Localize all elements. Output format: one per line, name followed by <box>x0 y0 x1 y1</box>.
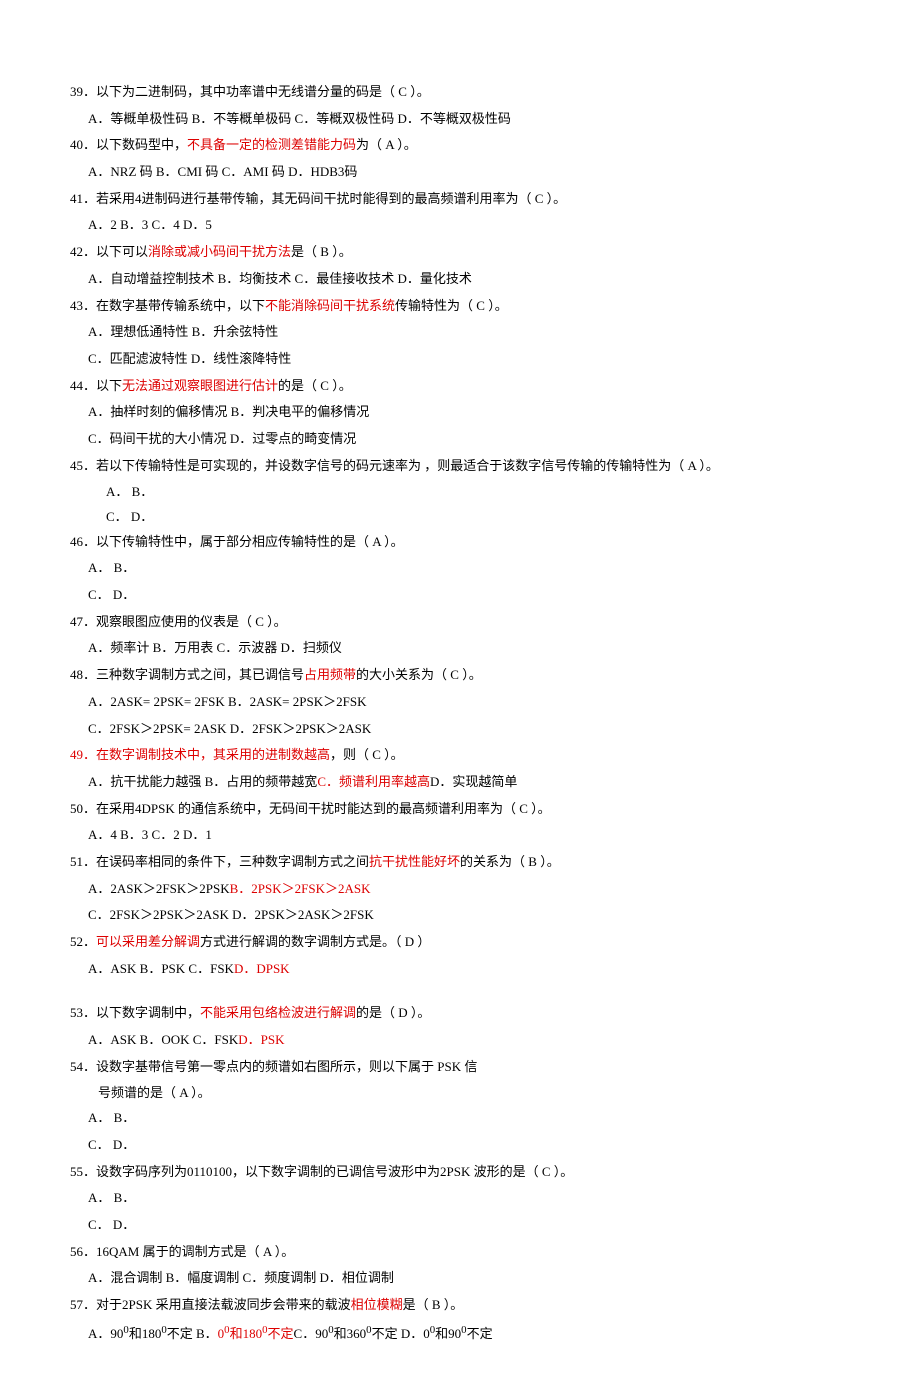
q48-text-a: 48．三种数字调制方式之间，其已调信号 <box>70 667 304 682</box>
question-47: 47．观察眼图应使用的仪表是（ C ）。 <box>70 610 860 635</box>
q53-red: 不能采用包络检波进行解调 <box>200 1005 356 1020</box>
q49-options: A．抗干扰能力越强 B．占用的频带越宽 C．频谱利用率越高 D．实现越简单 <box>70 770 860 795</box>
q43-text-a: 43．在数字基带传输系统中，以下 <box>70 298 265 313</box>
q53-options: A．ASK B．OOK C．FSK D．PSK <box>70 1028 860 1053</box>
q49-opt-ab: A．抗干扰能力越强 B．占用的频带越宽 <box>88 770 317 795</box>
question-39: 39．以下为二进制码，其中功率谱中无线谱分量的码是（ C ）。 <box>70 80 860 105</box>
q54-opt1: A． B． <box>70 1106 860 1131</box>
q51-red: 抗干扰性能好坏 <box>369 854 460 869</box>
q55-opt2: C． D． <box>70 1213 860 1238</box>
q44-text-b: 的是（ C ）。 <box>278 378 352 393</box>
question-45: 45．若以下传输特性是可实现的，并设数字信号的码元速率为 ，则最适合于该数字信号… <box>70 454 860 479</box>
q56-options: A．混合调制 B．幅度调制 C．频度调制 D．相位调制 <box>70 1266 860 1291</box>
q40-red: 不具备一定的检测差错能力码 <box>187 137 356 152</box>
q57-c1: C．90 <box>294 1322 329 1347</box>
q54-opt2: C． D． <box>70 1133 860 1158</box>
question-43: 43．在数字基带传输系统中，以下不能消除码间干扰系统传输特性为（ C ）。 <box>70 294 860 319</box>
q57-a1: A．90 <box>88 1322 123 1347</box>
q57-a3: 不定 B． <box>167 1322 218 1347</box>
question-55: 55．设数字码序列为0110100，以下数字调制的已调信号波形中为2PSK 波形… <box>70 1160 860 1185</box>
q49-opt-d: D．实现越简单 <box>430 770 517 795</box>
question-56: 56．16QAM 属于的调制方式是（ A ）。 <box>70 1240 860 1265</box>
q45-opt1: A． B． <box>70 480 860 505</box>
q53-text-b: 的是（ D ）。 <box>356 1005 430 1020</box>
q42-text-b: 是（ B ）。 <box>291 244 352 259</box>
q42-text-a: 42．以下可以 <box>70 244 148 259</box>
question-57: 57．对于2PSK 采用直接法载波同步会带来的载波相位模糊是（ B ）。 <box>70 1293 860 1318</box>
q42-red: 消除或减小码间干扰方法 <box>148 244 291 259</box>
q44-text-a: 44．以下 <box>70 378 122 393</box>
q51-opt2: C．2FSK＞2PSK＞2ASK D．2PSK＞2ASK＞2FSK <box>70 903 860 928</box>
q57-c2: 和360 <box>334 1322 367 1347</box>
q51-opt1-a: A．2ASK＞2FSK＞2PSK <box>88 877 230 902</box>
question-51: 51．在误码率相同的条件下，三种数字调制方式之间抗干扰性能好坏的关系为（ B ）… <box>70 850 860 875</box>
q45-opt2: C． D． <box>70 505 860 530</box>
question-53: 53．以下数字调制中，不能采用包络检波进行解调的是（ D ）。 <box>70 1001 860 1026</box>
question-54-line1: 54．设数字基带信号第一零点内的频谱如右图所示，则以下属于 PSK 信 <box>70 1055 860 1080</box>
q53-text-a: 53．以下数字调制中， <box>70 1005 200 1020</box>
q52-opt-d: D．DPSK <box>234 957 290 982</box>
question-42: 42．以下可以消除或减小码间干扰方法是（ B ）。 <box>70 240 860 265</box>
q40-text-a: 40．以下数码型中， <box>70 137 187 152</box>
q49-red: 49．在数字调制技术中，其采用的进制数越高 <box>70 747 330 762</box>
q39-options: A．等概单极性码 B．不等概单极码 C．等概双极性码 D．不等概双极性码 <box>70 107 860 132</box>
q52-text-b: 方式进行解调的数字调制方式是。（ D ） <box>200 934 430 949</box>
q57-text-b: 是（ B ）。 <box>403 1297 464 1312</box>
q39-text-b: ）。 <box>410 84 430 99</box>
q51-text-b: 的关系为（ B ）。 <box>460 854 560 869</box>
question-48: 48．三种数字调制方式之间，其已调信号占用频带的大小关系为（ C ）。 <box>70 663 860 688</box>
q46-opt2: C． D． <box>70 583 860 608</box>
q51-opt1-b: B．2PSK＞2FSK＞2ASK <box>230 877 371 902</box>
q57-d2: 和90 <box>435 1322 461 1347</box>
q43-opt2: C．匹配滤波特性 D．线性滚降特性 <box>70 347 860 372</box>
q43-opt1: A．理想低通特性 B．升余弦特性 <box>70 320 860 345</box>
q49-opt-c: C．频谱利用率越高 <box>317 770 430 795</box>
q43-red: 不能消除码间干扰系统 <box>265 298 395 313</box>
q57-text-a: 57．对于2PSK 采用直接法载波同步会带来的载波 <box>70 1297 351 1312</box>
q48-opt1: A．2ASK= 2PSK= 2FSK B．2ASK= 2PSK＞2FSK <box>70 690 860 715</box>
q53-opt-d: D．PSK <box>238 1028 284 1053</box>
q50-options: A．4 B．3 C．2 D．1 <box>70 823 860 848</box>
q44-opt2: C．码间干扰的大小情况 D．过零点的畸变情况 <box>70 427 860 452</box>
q44-opt1: A．抽样时刻的偏移情况 B．判决电平的偏移情况 <box>70 400 860 425</box>
q53-opt-abc: A．ASK B．OOK C．FSK <box>88 1028 238 1053</box>
q57-b2: 和180 <box>230 1322 263 1347</box>
question-46: 46．以下传输特性中，属于部分相应传输特性的是（ A ）。 <box>70 530 860 555</box>
q51-opt1: A．2ASK＞2FSK＞2PSK B．2PSK＞2FSK＞2ASK <box>70 877 860 902</box>
question-52: 52．可以采用差分解调方式进行解调的数字调制方式是。（ D ） <box>70 930 860 955</box>
question-54-line2: 号频谱的是（ A ）。 <box>70 1081 860 1106</box>
q46-opt1: A． B． <box>70 556 860 581</box>
q57-a2: 和180 <box>129 1322 162 1347</box>
question-50: 50．在采用4DPSK 的通信系统中，无码间干扰时能达到的最高频谱利用率为（ C… <box>70 797 860 822</box>
question-44: 44．以下无法通过观察眼图进行估计的是（ C ）。 <box>70 374 860 399</box>
q39-text-a: 39．以下为二进制码，其中功率谱中无线谱分量的码是（ <box>70 84 395 99</box>
q49-text-b: ，则（ C ）。 <box>330 747 404 762</box>
q48-opt2: C．2FSK＞2PSK= 2ASK D．2FSK＞2PSK＞2ASK <box>70 717 860 742</box>
q48-text-b: 的大小关系为（ C ）。 <box>356 667 482 682</box>
q48-red: 占用频带 <box>304 667 356 682</box>
q57-c3: 不定 D．0 <box>372 1322 430 1347</box>
q41-options: A．2 B．3 C．4 D．5 <box>70 213 860 238</box>
question-49: 49．在数字调制技术中，其采用的进制数越高，则（ C ）。 <box>70 743 860 768</box>
q57-b3: 不定 <box>268 1322 294 1347</box>
question-40: 40．以下数码型中，不具备一定的检测差错能力码为（ A ）。 <box>70 133 860 158</box>
q43-text-b: 传输特性为（ C ）。 <box>395 298 508 313</box>
q57-red: 相位模糊 <box>351 1297 403 1312</box>
q52-opt-abc: A．ASK B．PSK C．FSK <box>88 957 234 982</box>
q47-options: A．频率计 B．万用表 C．示波器 D．扫频仪 <box>70 636 860 661</box>
q39-answer: C <box>395 84 410 99</box>
q57-options: A．900和1800不定 B．00和1800不定 C．900和3600不定 D．… <box>70 1320 860 1347</box>
q44-red: 无法通过观察眼图进行估计 <box>122 378 278 393</box>
q52-text-a: 52． <box>70 934 96 949</box>
question-41: 41．若采用4进制码进行基带传输，其无码间干扰时能得到的最高频谱利用率为（ C … <box>70 187 860 212</box>
q42-options: A．自动增益控制技术 B．均衡技术 C．最佳接收技术 D．量化技术 <box>70 267 860 292</box>
q55-opt1: A． B． <box>70 1186 860 1211</box>
q52-red: 可以采用差分解调 <box>96 934 200 949</box>
q51-text-a: 51．在误码率相同的条件下，三种数字调制方式之间 <box>70 854 369 869</box>
q57-d3: 不定 <box>467 1322 493 1347</box>
q40-options: A．NRZ 码 B．CMI 码 C．AMI 码 D．HDB3码 <box>70 160 860 185</box>
q40-text-b: 为（ A ）。 <box>356 137 417 152</box>
q52-options: A．ASK B．PSK C．FSK D．DPSK <box>70 957 860 982</box>
